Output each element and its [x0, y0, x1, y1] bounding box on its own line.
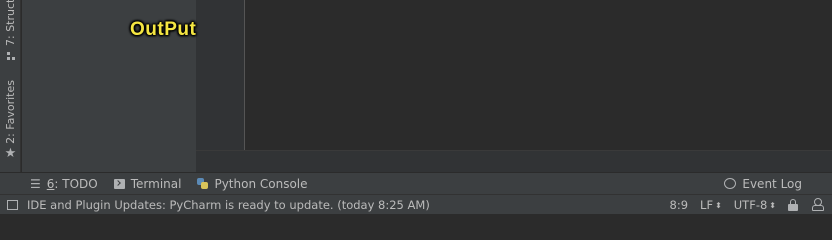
tool-window-bar: ☰ 6: TODO Terminal Python Console Event …: [0, 172, 832, 194]
caret-position[interactable]: 8:9: [664, 198, 695, 212]
python-console-tool-button[interactable]: Python Console: [189, 173, 315, 195]
status-message[interactable]: IDE and Plugin Updates: PyCharm is ready…: [27, 198, 664, 212]
encoding-widget[interactable]: UTF-8 ⬍: [728, 198, 782, 212]
line-separator-arrows-icon: ⬍: [715, 200, 722, 210]
line-separator-value: LF: [700, 197, 714, 212]
hector-icon[interactable]: [812, 198, 824, 211]
favorites-label: 2: Favorites: [4, 80, 17, 144]
left-tool-stripe: 7: Structure 2: Favorites ★: [0, 0, 21, 172]
encoding-value: UTF-8: [733, 197, 768, 212]
unlock-icon[interactable]: [788, 198, 800, 211]
encoding-arrows-icon: ⬍: [769, 200, 776, 210]
speech-bubble-icon: [724, 178, 737, 189]
status-bar: IDE and Plugin Updates: PyCharm is ready…: [0, 194, 832, 214]
editor-area[interactable]: [246, 0, 832, 150]
toggle-tool-windows-icon[interactable]: [7, 199, 18, 210]
favorites-tool-button[interactable]: 2: Favorites ★: [0, 80, 21, 162]
structure-icon: [6, 51, 16, 61]
editor-horizontal-scroll-area[interactable]: [196, 150, 832, 172]
star-icon: ★: [4, 145, 17, 161]
list-icon: ☰: [30, 176, 41, 191]
terminal-label: Terminal: [130, 176, 182, 191]
terminal-icon: [113, 178, 125, 189]
todo-mnemonic: 6: [46, 176, 55, 191]
python-icon: [197, 178, 209, 189]
event-log-label: Event Log: [742, 176, 802, 191]
terminal-tool-button[interactable]: Terminal: [106, 173, 190, 195]
python-console-label: Python Console: [214, 176, 308, 191]
line-separator-widget[interactable]: LF ⬍: [694, 198, 728, 212]
structure-tool-button[interactable]: 7: Structure: [0, 0, 21, 62]
todo-tool-button[interactable]: ☰ 6: TODO: [22, 173, 106, 195]
event-log-tool-button[interactable]: Event Log: [716, 173, 810, 195]
editor-gutter: [196, 0, 245, 150]
output-caption: OutPut: [130, 19, 197, 40]
todo-label: : TODO: [54, 176, 98, 191]
structure-label: 7: Structure: [4, 0, 17, 46]
